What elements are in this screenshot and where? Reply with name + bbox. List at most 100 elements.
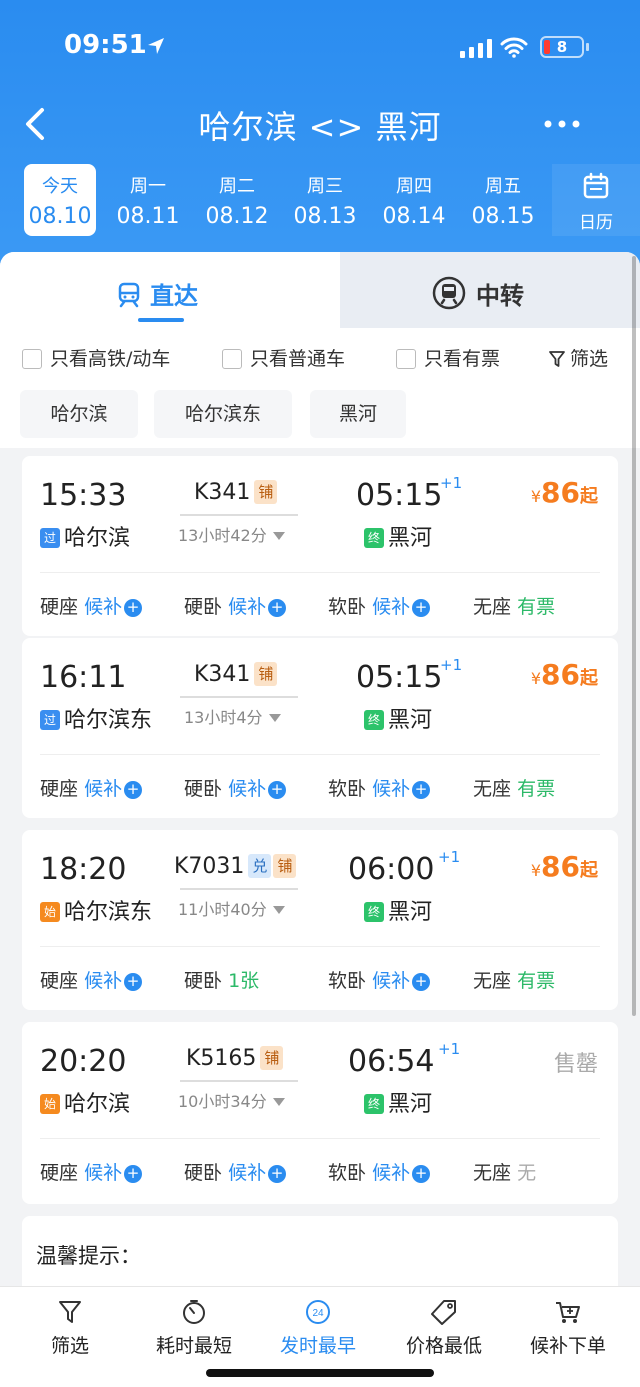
seat-soft-sleeper[interactable]: 软卧 候补 + (328, 1158, 431, 1185)
bottom-tab-label: 耗时最短 (155, 1335, 232, 1357)
arrival-time-row: 05:15 +1 (356, 474, 462, 513)
tips-title: 温馨提示： (36, 1244, 141, 1268)
date-tab[interactable]: 周三 08.13 (289, 164, 361, 236)
departure-station-row: 始哈尔滨东 (40, 894, 152, 926)
departure-station-row: 过哈尔滨 (40, 520, 130, 552)
origin-tag: 始 (40, 902, 60, 922)
terminal-tag: 终 (364, 528, 384, 548)
plus-circle-icon: + (268, 599, 287, 617)
departure-station: 哈尔滨 (64, 526, 131, 551)
train-number: K5165 (186, 1046, 257, 1071)
date-tab[interactable]: 周一 08.11 (112, 164, 184, 236)
date-weekday: 周五 (485, 176, 521, 197)
seat-status: 候补 (372, 596, 411, 618)
date-value: 08.14 (382, 204, 446, 229)
seat-name: 硬座 (40, 778, 79, 800)
seat-hard-sleeper[interactable]: 硬卧 候补 + (184, 1158, 287, 1185)
train-number-row: K7031 兑铺 (174, 854, 297, 879)
seat-hard-sleeper[interactable]: 硬卧 候补 + (184, 592, 287, 619)
seat-standing[interactable]: 无座 有票 (473, 966, 555, 993)
clock-24-text: 24 (312, 1308, 324, 1319)
next-day-marker: +1 (438, 1040, 461, 1058)
route-line (180, 888, 298, 890)
price-suffix: 起 (580, 668, 598, 689)
date-tab[interactable]: 周五 08.15 (467, 164, 539, 236)
duration[interactable]: 11小时40分 (178, 896, 285, 920)
divider (40, 1138, 600, 1139)
date-weekday: 今天 (42, 176, 78, 197)
seat-hard-sleeper[interactable]: 硬卧 1张 (184, 966, 259, 993)
pass-through-tag: 过 (40, 528, 60, 548)
calendar-button[interactable]: 日历 (552, 164, 640, 236)
calendar-icon (583, 172, 609, 199)
currency-symbol: ¥ (530, 861, 542, 880)
date-tab-today[interactable]: 今天 08.10 (24, 164, 96, 236)
arrival-station-row: 终黑河 (364, 1086, 432, 1118)
route-line (180, 696, 298, 698)
bottom-tab-label: 价格最低 (405, 1335, 482, 1357)
seat-hard-sleeper[interactable]: 硬卧 候补 + (184, 774, 287, 801)
checkbox-available[interactable]: 只看有票 (396, 344, 500, 371)
wifi-icon (500, 37, 528, 58)
date-tab[interactable]: 周四 08.14 (378, 164, 450, 236)
seat-standing[interactable]: 无座 无 (473, 1158, 536, 1185)
plus-circle-icon: + (124, 1165, 143, 1183)
seat-hard-seat[interactable]: 硬座 候补 + (40, 1158, 143, 1185)
route-line (180, 514, 298, 516)
seat-status: 有票 (517, 778, 556, 800)
train-card[interactable]: 20:20 K5165 铺 10小时34分 06:54 +1 售罄 始哈尔滨 终黑河… (22, 1022, 618, 1204)
seat-standing[interactable]: 无座 有票 (473, 592, 555, 619)
seat-soft-sleeper[interactable]: 软卧 候补 + (328, 966, 431, 993)
seat-soft-sleeper[interactable]: 软卧 候补 + (328, 592, 431, 619)
nav-bar: 哈尔滨 <> 黑河 (0, 96, 640, 152)
departure-station: 哈尔滨 (64, 1092, 131, 1117)
bottom-tab-earliest[interactable]: 24 发时最早 (258, 1299, 378, 1358)
checkbox-normal-train[interactable]: 只看普通车 (222, 344, 345, 371)
filter-button[interactable]: 筛选 (548, 344, 608, 371)
terminal-tag: 终 (364, 902, 384, 922)
bottom-tab-filter[interactable]: 筛选 (10, 1299, 130, 1358)
date-tab[interactable]: 周二 08.12 (201, 164, 273, 236)
seat-hard-seat[interactable]: 硬座 候补 + (40, 774, 143, 801)
seat-hard-seat[interactable]: 硬座 候补 + (40, 592, 143, 619)
duration-text: 13小时42分 (178, 526, 267, 545)
route-line (180, 1080, 298, 1082)
date-value: 08.11 (116, 204, 180, 229)
duration[interactable]: 13小时42分 (178, 522, 285, 546)
date-weekday: 周一 (130, 176, 166, 197)
arrival-station: 黑河 (388, 1092, 433, 1117)
berth-badge: 铺 (260, 1046, 284, 1070)
date-value: 08.12 (205, 204, 269, 229)
plus-circle-icon: + (124, 599, 143, 617)
plus-circle-icon: + (268, 1165, 287, 1183)
train-card[interactable]: 15:33 K341 铺 13小时42分 05:15 +1 ¥86起 过哈尔滨 终黑… (22, 456, 618, 636)
duration[interactable]: 13小时4分 (184, 704, 281, 728)
seat-name: 硬座 (40, 970, 79, 992)
train-card[interactable]: 16:11 K341 铺 13小时4分 05:15 +1 ¥86起 过哈尔滨东 终黑… (22, 638, 618, 818)
seat-soft-sleeper[interactable]: 软卧 候补 + (328, 774, 431, 801)
station-chip[interactable]: 黑河 (310, 390, 406, 438)
bottom-tab-lowest-price[interactable]: 价格最低 (384, 1299, 504, 1358)
duration-text: 10小时34分 (178, 1092, 267, 1111)
duration[interactable]: 10小时34分 (178, 1088, 285, 1112)
seat-status: 候补 (228, 1162, 267, 1184)
date-weekday: 周二 (219, 176, 255, 197)
date-weekday: 周三 (307, 176, 343, 197)
status-time: 09:51 (64, 30, 147, 60)
seat-status: 候补 (372, 1162, 411, 1184)
bottom-tab-waitlist-order[interactable]: 候补下单 (508, 1299, 628, 1358)
station-chip[interactable]: 哈尔滨东 (154, 390, 292, 438)
cart-plus-icon (556, 1302, 580, 1323)
more-dots-icon[interactable] (544, 120, 580, 128)
scrollbar[interactable] (632, 256, 636, 1016)
seat-status: 候补 (372, 778, 411, 800)
divider (40, 572, 600, 573)
station-chip[interactable]: 哈尔滨 (20, 390, 138, 438)
arrival-station: 黑河 (388, 900, 433, 925)
train-card[interactable]: 18:20 K7031 兑铺 11小时40分 06:00 +1 ¥86起 始哈尔滨东… (22, 830, 618, 1010)
checkbox-label: 只看有票 (424, 348, 501, 370)
seat-hard-seat[interactable]: 硬座 候补 + (40, 966, 143, 993)
bottom-tab-shortest[interactable]: 耗时最短 (134, 1299, 254, 1358)
seat-standing[interactable]: 无座 有票 (473, 774, 555, 801)
checkbox-high-speed[interactable]: 只看高铁/动车 (22, 344, 170, 371)
